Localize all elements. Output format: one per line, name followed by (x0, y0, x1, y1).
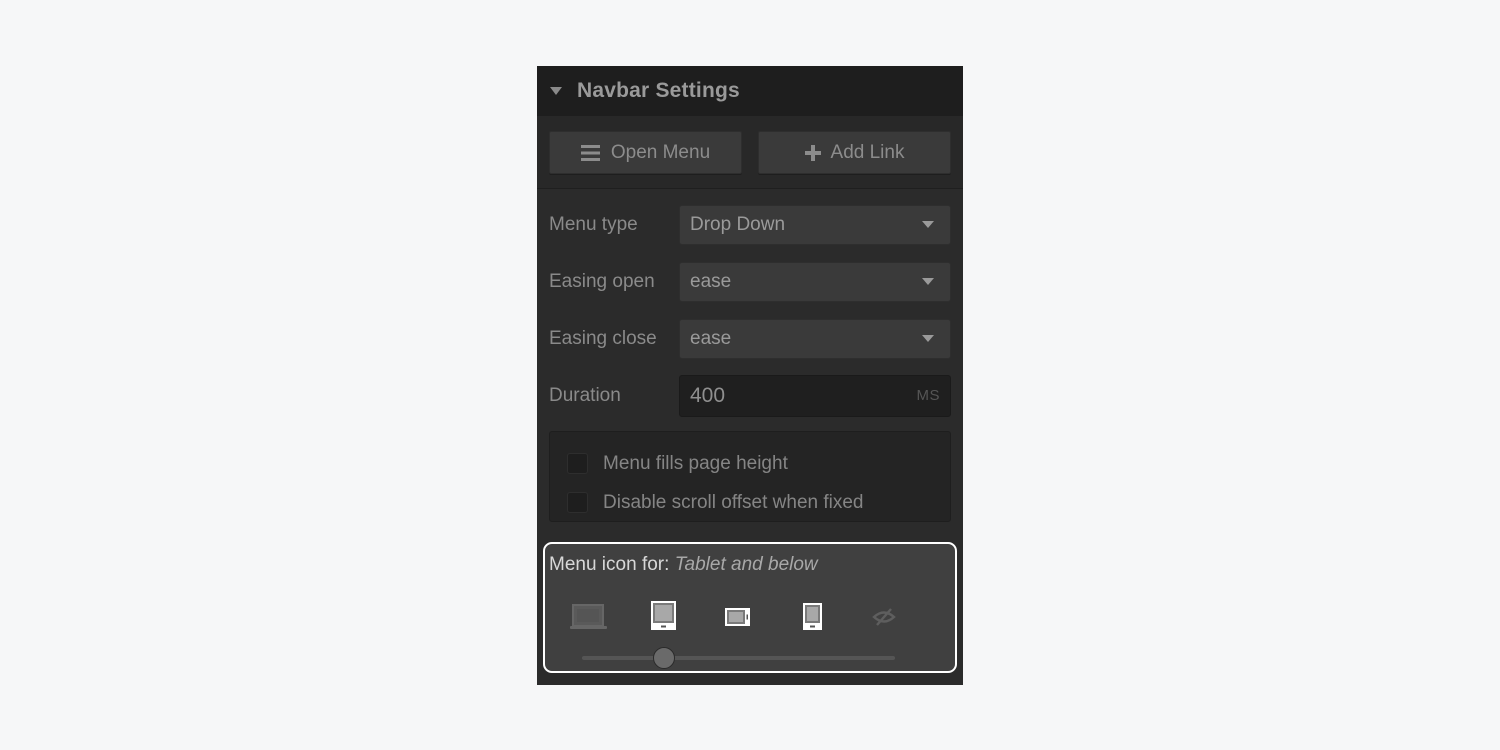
checkbox-label: Menu fills page height (603, 452, 788, 474)
open-menu-label: Open Menu (610, 141, 711, 163)
add-link-label: Add Link (830, 141, 905, 163)
chevron-down-icon (922, 278, 934, 285)
caret-down-icon[interactable] (550, 87, 562, 95)
device-icons (545, 600, 955, 636)
add-link-button[interactable]: Add Link (758, 131, 951, 174)
easing-open-value: ease (690, 270, 732, 292)
menu-type-row: Menu type Drop Down (549, 204, 951, 245)
easing-open-label: Easing open (549, 270, 655, 292)
menu-icon-label: Menu icon for: (549, 554, 670, 575)
chevron-down-icon (922, 221, 934, 228)
phone-landscape-icon[interactable] (724, 607, 752, 632)
settings-form: Menu type Drop Down Easing open ease Eas… (537, 189, 963, 522)
checkbox-label: Disable scroll offset when fixed (603, 491, 864, 513)
menu-type-value: Drop Down (690, 213, 786, 235)
slider-handle[interactable] (653, 647, 675, 669)
menu-fills-page-height-checkbox[interactable] (567, 453, 588, 474)
easing-close-row: Easing close ease (549, 318, 951, 359)
breakpoint-slider[interactable] (582, 647, 895, 669)
panel-title: Navbar Settings (577, 79, 740, 102)
tablet-icon[interactable] (650, 600, 678, 637)
menu-icon-title: Menu icon for: Tablet and below (549, 554, 818, 576)
action-bar: Open Menu Add Link (537, 116, 963, 189)
phone-portrait-icon[interactable] (802, 602, 824, 637)
plus-icon (804, 144, 821, 161)
easing-close-value: ease (690, 327, 732, 349)
laptop-icon[interactable] (569, 604, 609, 637)
duration-value: 400 (690, 383, 726, 407)
duration-input[interactable]: 400 MS (679, 374, 951, 417)
menu-icon-breakpoint-section: Menu icon for: Tablet and below (543, 542, 957, 673)
menu-fills-page-height-option[interactable]: Menu fills page height (567, 444, 933, 483)
hamburger-icon (580, 144, 601, 162)
panel-header[interactable]: Navbar Settings (537, 66, 963, 116)
easing-open-row: Easing open ease (549, 261, 951, 302)
checkbox-group: Menu fills page height Disable scroll of… (549, 431, 951, 522)
chevron-down-icon (922, 335, 934, 342)
disable-scroll-offset-checkbox[interactable] (567, 492, 588, 513)
duration-row: Duration 400 MS (549, 374, 951, 417)
duration-label: Duration (549, 384, 621, 406)
menu-type-label: Menu type (549, 213, 638, 235)
easing-open-select[interactable]: ease (679, 261, 951, 302)
disable-scroll-offset-option[interactable]: Disable scroll offset when fixed (567, 483, 933, 522)
menu-icon-value: Tablet and below (674, 554, 818, 575)
navbar-settings-panel: Navbar Settings Open Menu Add Link Menu … (537, 66, 963, 685)
easing-close-label: Easing close (549, 327, 657, 349)
easing-close-select[interactable]: ease (679, 318, 951, 359)
duration-unit: MS (916, 387, 940, 404)
open-menu-button[interactable]: Open Menu (549, 131, 742, 174)
eye-off-icon[interactable] (872, 607, 896, 632)
menu-type-select[interactable]: Drop Down (679, 204, 951, 245)
